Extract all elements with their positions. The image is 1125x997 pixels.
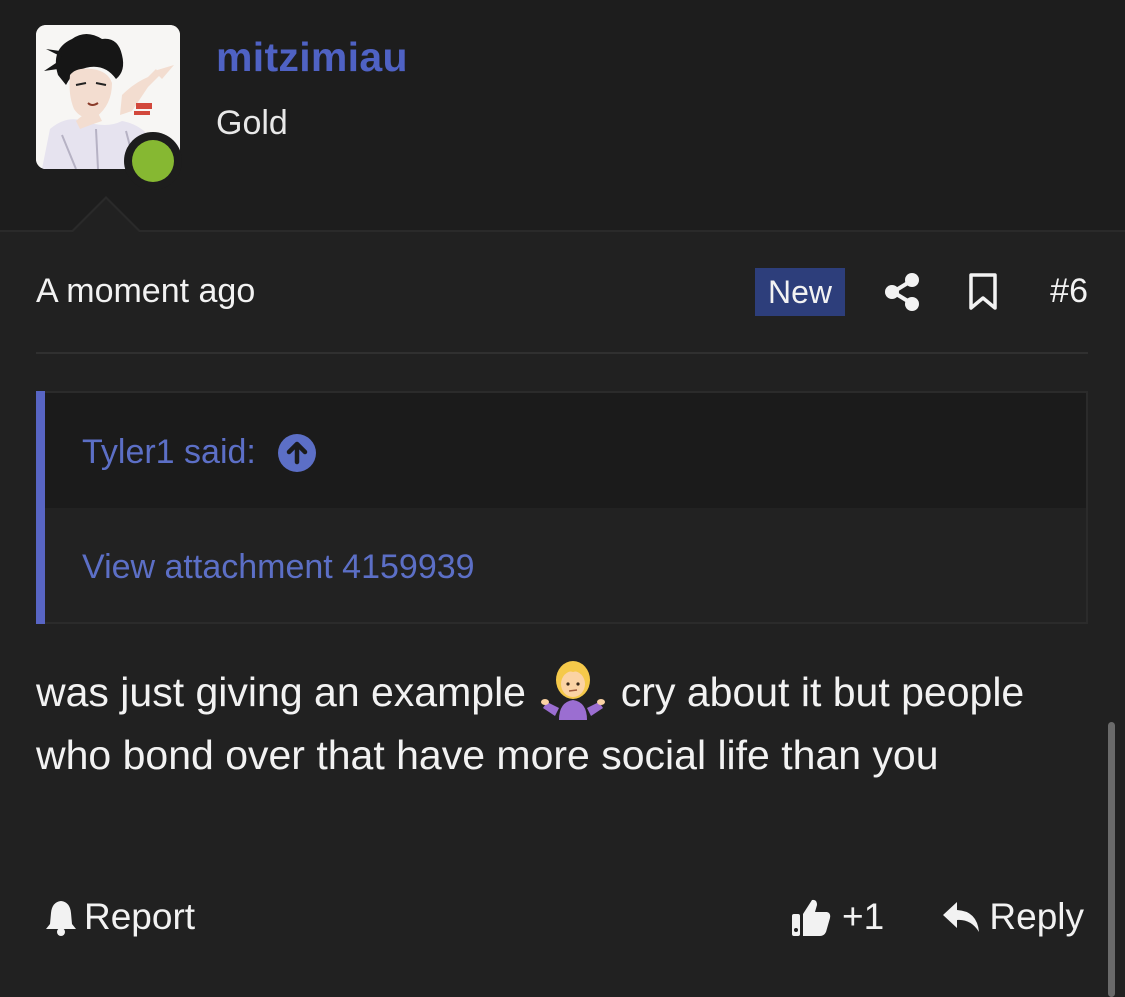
quote-header[interactable]: Tyler1 said:	[82, 433, 316, 472]
reply-arrow-icon	[943, 902, 980, 932]
post-actions: Report +1 Reply	[36, 890, 1088, 950]
quote-block: Tyler1 said: View attachment 4159939	[36, 391, 1088, 624]
new-badge: New	[755, 268, 845, 316]
arrow-up-circle-icon[interactable]	[277, 433, 316, 472]
share-icon[interactable]	[884, 272, 920, 312]
report-label: Report	[84, 896, 196, 937]
bell-icon	[46, 901, 76, 936]
post-message: was just giving an example cry about it …	[36, 656, 1088, 787]
like-count: +1	[842, 896, 885, 937]
header-pointer	[70, 196, 142, 233]
username[interactable]: mitzimiau	[216, 34, 408, 81]
thumbs-up-icon	[792, 899, 831, 936]
attachment-link[interactable]: View attachment 4159939	[82, 548, 475, 587]
post-timestamp[interactable]: A moment ago	[36, 272, 255, 311]
quote-accent-bar	[36, 391, 45, 624]
divider	[36, 352, 1088, 354]
message-text-part1: was just giving an example	[36, 669, 526, 715]
reply-label: Reply	[989, 896, 1084, 937]
user-header: mitzimiau Gold	[0, 0, 1125, 233]
online-status-indicator	[124, 132, 182, 190]
post-number-link[interactable]: #6	[1050, 272, 1088, 311]
bookmark-icon[interactable]	[968, 273, 998, 311]
like-button[interactable]: +1	[790, 896, 884, 938]
post-meta: A moment ago New #6	[36, 260, 1088, 324]
reply-button[interactable]: Reply	[941, 896, 1084, 938]
scrollbar-thumb[interactable]	[1108, 722, 1115, 997]
post-page: mitzimiau Gold A moment ago New #6 Tyler…	[0, 0, 1125, 997]
person-shrugging-emoji-icon	[541, 656, 606, 720]
user-title: Gold	[216, 104, 288, 142]
quote-body: View attachment 4159939	[45, 508, 1086, 622]
report-button[interactable]: Report	[44, 896, 195, 938]
quote-author[interactable]: Tyler1 said:	[82, 433, 256, 472]
